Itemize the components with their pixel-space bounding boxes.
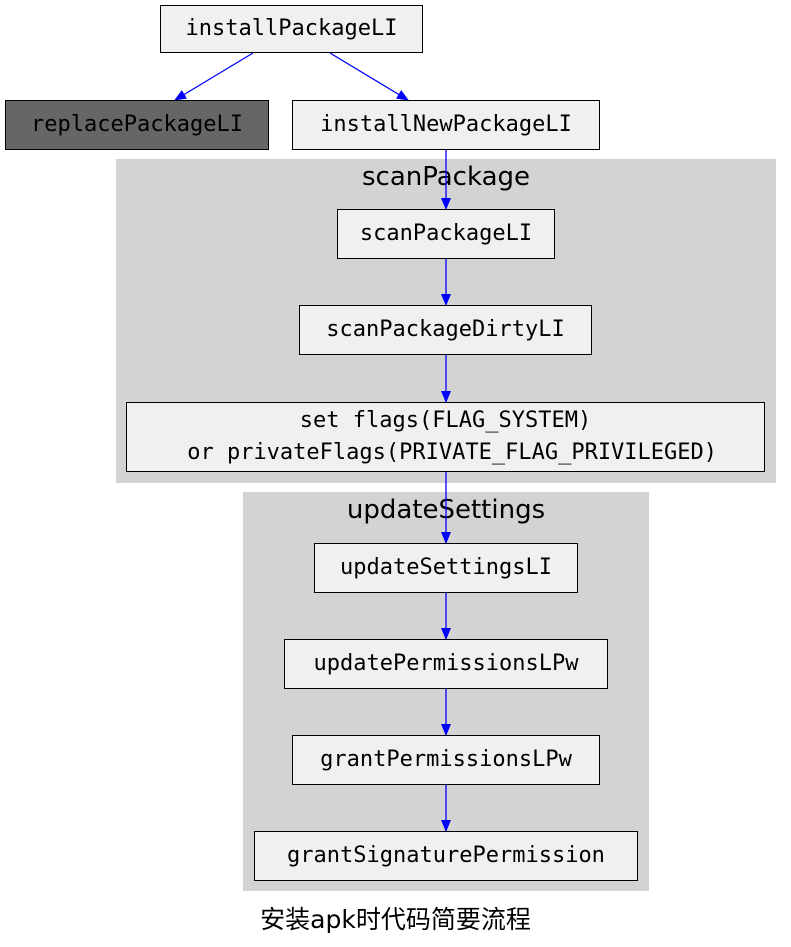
node-scan-package: scanPackageLI [337, 209, 555, 259]
flow-diagram: scanPackage updateSettings installPackag… [0, 0, 791, 947]
edge-install-to-replace [174, 52, 254, 101]
node-grant-signature-permission: grantSignaturePermission [254, 831, 638, 881]
node-grant-permissions: grantPermissionsLPw [292, 735, 600, 785]
node-set-flags: set flags(FLAG_SYSTEM) or privateFlags(P… [126, 402, 765, 472]
node-install-new-package: installNewPackageLI [292, 100, 600, 150]
diagram-caption: 安装apk时代码简要流程 [260, 905, 531, 934]
node-update-settings: updateSettingsLI [314, 543, 578, 593]
node-replace-package: replacePackageLI [5, 100, 269, 150]
node-install-package: installPackageLI [160, 5, 423, 53]
edge-install-to-install-new [329, 52, 409, 101]
node-update-permissions: updatePermissionsLPw [284, 639, 608, 689]
node-scan-package-dirty: scanPackageDirtyLI [299, 305, 592, 355]
